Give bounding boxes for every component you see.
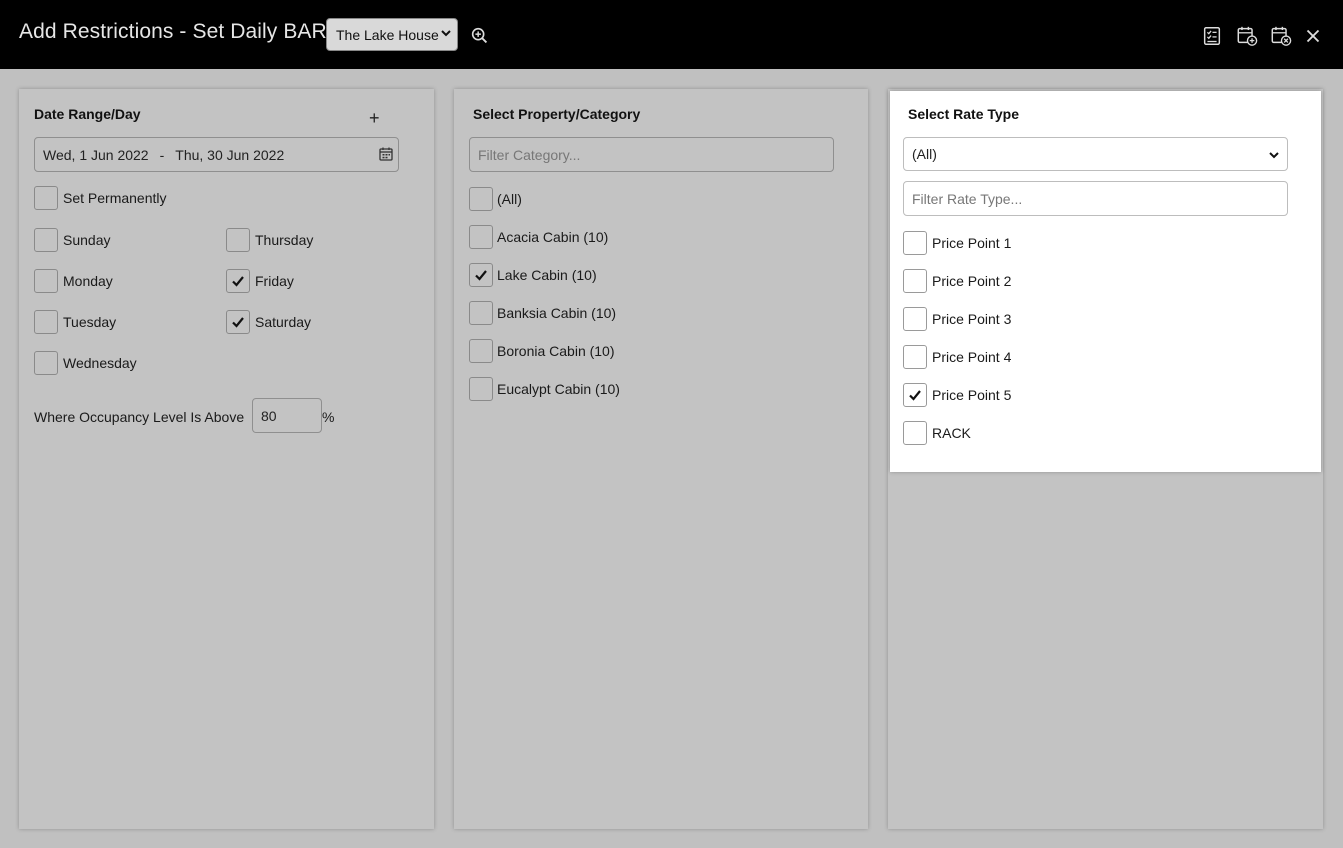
- day-label-thursday: Thursday: [255, 232, 314, 248]
- date-separator: -: [159, 146, 165, 163]
- rate-label: Price Point 5: [932, 387, 1012, 403]
- date-end: Thu, 30 Jun 2022: [175, 146, 285, 163]
- add-date-range-button[interactable]: +: [369, 108, 380, 129]
- zoom-in-icon[interactable]: [468, 24, 492, 48]
- day-label-saturday: Saturday: [255, 314, 312, 330]
- category-checkbox-eucalypt[interactable]: [469, 377, 493, 401]
- day-label-sunday: Sunday: [63, 232, 111, 248]
- property-select[interactable]: The Lake House: [326, 18, 458, 51]
- occupancy-input[interactable]: 80: [252, 398, 322, 433]
- rate-type-filter-input[interactable]: Filter Rate Type...: [903, 181, 1288, 216]
- day-label-wednesday: Wednesday: [63, 355, 137, 371]
- rate-type-select[interactable]: (All): [903, 137, 1288, 171]
- category-panel: Select Property/Category Filter Category…: [454, 89, 868, 829]
- category-checkbox-all[interactable]: [469, 187, 493, 211]
- close-icon[interactable]: [1301, 24, 1325, 48]
- rate-checkbox-price-point-3[interactable]: [903, 307, 927, 331]
- category-label: Acacia Cabin (10): [497, 229, 609, 245]
- category-label: (All): [497, 191, 522, 207]
- panel-title: Select Property/Category: [473, 106, 641, 122]
- checklist-icon[interactable]: [1200, 24, 1224, 48]
- checkmark-icon: [909, 390, 921, 401]
- category-label: Banksia Cabin (10): [497, 305, 617, 321]
- rate-label: Price Point 1: [932, 235, 1012, 251]
- category-checkbox-lake[interactable]: [469, 263, 493, 287]
- rate-checkbox-price-point-1[interactable]: [903, 231, 927, 255]
- category-checkbox-banksia[interactable]: [469, 301, 493, 325]
- day-checkbox-monday[interactable]: [34, 269, 58, 293]
- property-select-value: The Lake House: [336, 26, 439, 43]
- category-filter-input[interactable]: Filter Category...: [469, 137, 834, 172]
- date-start: Wed, 1 Jun 2022: [43, 146, 149, 163]
- chevron-down-icon: [1269, 146, 1279, 162]
- set-permanently-label: Set Permanently: [63, 190, 167, 206]
- category-label: Boronia Cabin (10): [497, 343, 615, 359]
- page-title: Add Restrictions - Set Daily BAR: [19, 20, 327, 43]
- day-label-monday: Monday: [63, 273, 113, 289]
- occupancy-unit: %: [322, 409, 335, 425]
- day-label-tuesday: Tuesday: [63, 314, 117, 330]
- category-filter-placeholder: Filter Category...: [478, 146, 581, 163]
- rate-checkbox-price-point-4[interactable]: [903, 345, 927, 369]
- rate-label: Price Point 2: [932, 273, 1012, 289]
- rate-checkbox-rack[interactable]: [903, 421, 927, 445]
- rate-checkbox-price-point-2[interactable]: [903, 269, 927, 293]
- chevron-down-icon: [441, 29, 451, 40]
- checkmark-icon: [475, 270, 487, 281]
- category-label: Lake Cabin (10): [497, 267, 597, 283]
- rate-checkbox-price-point-5[interactable]: [903, 383, 927, 407]
- day-checkbox-friday[interactable]: [226, 269, 250, 293]
- checkmark-icon: [232, 317, 244, 328]
- date-range-input[interactable]: Wed, 1 Jun 2022 - Thu, 30 Jun 2022: [34, 137, 399, 172]
- set-permanently-checkbox[interactable]: [34, 186, 58, 210]
- category-checkbox-boronia[interactable]: [469, 339, 493, 363]
- day-checkbox-sunday[interactable]: [34, 228, 58, 252]
- occupancy-value: 80: [261, 407, 277, 424]
- rate-type-filter-placeholder: Filter Rate Type...: [912, 190, 1023, 207]
- panel-title: Date Range/Day: [34, 106, 141, 122]
- rate-type-select-value: (All): [912, 146, 937, 162]
- top-bar: Add Restrictions - Set Daily BAR The Lak…: [0, 0, 1343, 69]
- day-label-friday: Friday: [255, 273, 294, 289]
- rate-label: RACK: [932, 425, 971, 441]
- day-checkbox-wednesday[interactable]: [34, 351, 58, 375]
- day-checkbox-tuesday[interactable]: [34, 310, 58, 334]
- checkmark-icon: [232, 276, 244, 287]
- calendar-icon[interactable]: [378, 146, 394, 165]
- rate-label: Price Point 3: [932, 311, 1012, 327]
- save-calendar-icon[interactable]: [1235, 24, 1259, 48]
- save-cancel-calendar-icon[interactable]: [1269, 24, 1293, 48]
- day-checkbox-saturday[interactable]: [226, 310, 250, 334]
- rate-label: Price Point 4: [932, 349, 1012, 365]
- category-checkbox-acacia[interactable]: [469, 225, 493, 249]
- panel-title: Select Rate Type: [908, 106, 1020, 122]
- occupancy-label: Where Occupancy Level Is Above: [34, 409, 245, 425]
- category-label: Eucalypt Cabin (10): [497, 381, 620, 397]
- day-checkbox-thursday[interactable]: [226, 228, 250, 252]
- date-range-panel: Date Range/Day + Wed, 1 Jun 2022 - Thu, …: [19, 89, 434, 829]
- rate-type-panel: Select Rate Type (All) Filter Rate Type.…: [890, 91, 1321, 472]
